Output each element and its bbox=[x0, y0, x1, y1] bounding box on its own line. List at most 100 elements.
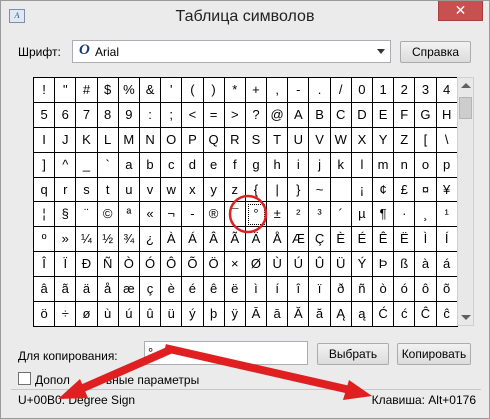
character-cell[interactable]: Ü bbox=[330, 252, 352, 278]
character-cell[interactable]: Y bbox=[373, 127, 395, 153]
character-cell[interactable]: v bbox=[139, 177, 162, 203]
character-cell[interactable]: £ bbox=[394, 177, 416, 203]
character-cell[interactable]: ĉ bbox=[436, 302, 458, 327]
character-cell[interactable]: ÷ bbox=[55, 302, 77, 327]
character-cell[interactable]: ć bbox=[394, 302, 416, 327]
character-cell[interactable]: ç bbox=[139, 277, 162, 303]
chevron-down-icon[interactable] bbox=[377, 49, 385, 54]
character-cell[interactable]: ` bbox=[97, 152, 119, 178]
character-cell[interactable]: E bbox=[373, 102, 395, 128]
character-cell[interactable]: Ç bbox=[309, 227, 331, 253]
character-cell[interactable]: © bbox=[97, 202, 119, 228]
character-cell[interactable]: õ bbox=[436, 277, 458, 303]
character-cell[interactable]: - bbox=[288, 78, 310, 103]
character-cell[interactable]: í bbox=[267, 277, 289, 303]
character-cell[interactable]: ! bbox=[34, 78, 56, 103]
character-cell[interactable]: - bbox=[182, 202, 204, 228]
character-cell[interactable]: . bbox=[309, 78, 331, 103]
character-cell[interactable]: ¼ bbox=[76, 227, 98, 253]
character-cell[interactable]: ^ bbox=[55, 152, 77, 178]
character-cell[interactable]: N bbox=[139, 127, 162, 153]
character-cell[interactable]: 2 bbox=[394, 78, 416, 103]
character-cell[interactable]: ] bbox=[34, 152, 56, 178]
character-cell[interactable]: ù bbox=[97, 302, 119, 327]
character-cell[interactable]: Ë bbox=[394, 227, 416, 253]
character-cell[interactable]: Î bbox=[34, 252, 56, 278]
character-cell[interactable]: , bbox=[267, 78, 289, 103]
character-cell[interactable]: j bbox=[309, 152, 331, 178]
character-cell[interactable]: ß bbox=[394, 252, 416, 278]
character-cell[interactable]: S bbox=[245, 127, 268, 153]
character-cell[interactable]: ² bbox=[288, 202, 310, 228]
character-cell[interactable]: Û bbox=[309, 252, 331, 278]
character-cell[interactable]: 1 bbox=[373, 78, 395, 103]
character-cell[interactable]: t bbox=[97, 177, 119, 203]
character-cell[interactable]: ã bbox=[55, 277, 77, 303]
character-cell[interactable]: ä bbox=[76, 277, 98, 303]
character-cell[interactable]: ¶ bbox=[373, 202, 395, 228]
character-cell[interactable]: Ö bbox=[203, 252, 225, 278]
character-cell[interactable]: X bbox=[351, 127, 373, 153]
character-cell[interactable]: o bbox=[415, 152, 437, 178]
character-cell[interactable]: p bbox=[436, 152, 458, 178]
character-cell[interactable]: ü bbox=[161, 302, 183, 327]
character-cell[interactable]: Ø bbox=[245, 252, 268, 278]
character-cell[interactable]: ¡ bbox=[351, 177, 373, 203]
character-cell[interactable]: Í bbox=[436, 227, 458, 253]
character-cell[interactable]: > bbox=[224, 102, 246, 128]
character-cell[interactable]: 7 bbox=[76, 102, 98, 128]
character-cell[interactable]: « bbox=[139, 202, 162, 228]
character-cell[interactable]: ó bbox=[394, 277, 416, 303]
character-cell[interactable]: c bbox=[161, 152, 183, 178]
character-cell[interactable]: L bbox=[97, 127, 119, 153]
character-cell[interactable]: ¯ bbox=[224, 202, 246, 228]
character-cell[interactable]: ¬ bbox=[161, 202, 183, 228]
font-dropdown[interactable]: O Arial bbox=[72, 40, 391, 63]
character-cell[interactable]: l bbox=[351, 152, 373, 178]
character-cell[interactable]: \ bbox=[436, 127, 458, 153]
character-cell[interactable]: ā bbox=[267, 302, 289, 327]
character-cell[interactable]: P bbox=[182, 127, 204, 153]
character-cell[interactable]: 5 bbox=[34, 102, 56, 128]
character-cell[interactable]: ò bbox=[373, 277, 395, 303]
character-cell[interactable]: $ bbox=[97, 78, 119, 103]
character-cell[interactable]: ¸ bbox=[415, 202, 437, 228]
advanced-view-checkbox[interactable] bbox=[18, 372, 31, 385]
character-grid[interactable]: ! " # $% & '() * +, -./0 1 2 3 4 5 6 7 8 9:; < = >? @ A B C D E F G H… bbox=[33, 77, 458, 327]
character-cell[interactable]: 0 bbox=[351, 78, 373, 103]
character-cell[interactable]: ¤ bbox=[415, 177, 437, 203]
character-cell[interactable]: B bbox=[309, 102, 331, 128]
character-cell[interactable]: Ð bbox=[76, 252, 98, 278]
character-cell[interactable]: 8 bbox=[97, 102, 119, 128]
character-cell[interactable]: ï bbox=[309, 277, 331, 303]
character-cell[interactable]: Õ bbox=[182, 252, 204, 278]
character-cell[interactable]: O bbox=[161, 127, 183, 153]
character-cell[interactable]: ú bbox=[118, 302, 140, 327]
character-cell[interactable]: è bbox=[161, 277, 183, 303]
character-cell[interactable]: î bbox=[288, 277, 310, 303]
character-cell[interactable]: ' bbox=[161, 78, 183, 103]
character-cell[interactable]: Ò bbox=[118, 252, 140, 278]
character-cell[interactable]: | bbox=[267, 177, 289, 203]
character-cell[interactable]: : bbox=[139, 102, 162, 128]
character-cell[interactable]: + bbox=[245, 78, 268, 103]
character-cell[interactable]: W bbox=[330, 127, 352, 153]
character-cell[interactable]: ½ bbox=[97, 227, 119, 253]
character-cell[interactable]: a bbox=[118, 152, 140, 178]
character-cell[interactable]: á bbox=[436, 252, 458, 278]
character-cell[interactable]: È bbox=[330, 227, 352, 253]
close-button[interactable]: ✕ bbox=[438, 1, 483, 21]
character-cell[interactable] bbox=[330, 177, 352, 203]
character-cell[interactable]: Ñ bbox=[97, 252, 119, 278]
character-cell[interactable]: Ã bbox=[224, 227, 246, 253]
character-cell[interactable]: Ì bbox=[415, 227, 437, 253]
character-cell[interactable]: [ bbox=[415, 127, 437, 153]
character-cell[interactable]: Ĉ bbox=[415, 302, 437, 327]
character-cell[interactable]: ô bbox=[415, 277, 437, 303]
character-cell[interactable]: @ bbox=[267, 102, 289, 128]
scrollbar-thumb[interactable] bbox=[459, 97, 472, 119]
character-cell[interactable]: Z bbox=[394, 127, 416, 153]
character-cell[interactable]: D bbox=[351, 102, 373, 128]
character-cell[interactable]: g bbox=[245, 152, 268, 178]
character-cell[interactable]: I bbox=[34, 127, 56, 153]
